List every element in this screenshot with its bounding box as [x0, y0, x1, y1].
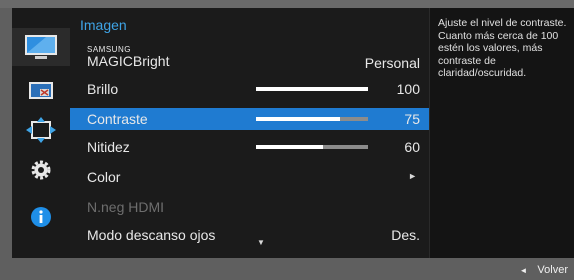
position-icon: [26, 117, 56, 143]
picture-icon: [25, 35, 57, 59]
contrast-slider-fill: [256, 117, 340, 121]
menu-item-brightness[interactable]: Brillo 100: [70, 78, 429, 100]
menu-item-hdmi-black-level: N.neg HDMI: [70, 196, 429, 218]
submenu-arrow-icon: ►: [408, 171, 417, 181]
contrast-label: Contraste: [87, 111, 148, 127]
color-label: Color: [87, 169, 121, 185]
brightness-slider[interactable]: [256, 87, 368, 91]
category-screen[interactable]: [12, 72, 70, 110]
back-arrow-icon: ◄: [519, 265, 528, 275]
eye-saver-label: Modo descanso ojos: [87, 227, 216, 243]
contrast-value: 75: [404, 111, 420, 127]
menu-item-magic-bright[interactable]: SAMSUNG MAGICBright Personal: [70, 46, 429, 72]
back-button[interactable]: ◄ Volver: [520, 264, 569, 276]
sharpness-value: 60: [404, 139, 420, 155]
help-text: Ajuste el nivel de contraste. Cuanto más…: [438, 17, 567, 79]
sharpness-slider[interactable]: [256, 145, 368, 149]
bottom-bar: ◄ Volver: [0, 258, 574, 280]
menu-item-sharpness[interactable]: Nitidez 60: [70, 136, 429, 158]
brightness-label: Brillo: [87, 81, 119, 97]
magic-bright-suffix: Bright: [132, 53, 170, 69]
menu-item-contrast[interactable]: Contraste 75: [70, 108, 429, 130]
sharpness-label: Nitidez: [87, 139, 130, 155]
top-band: [0, 0, 574, 8]
category-system[interactable]: [12, 151, 70, 189]
category-sidebar: [12, 8, 70, 258]
back-label: Volver: [537, 264, 568, 276]
brightness-value: 100: [396, 81, 420, 97]
contrast-slider[interactable]: [256, 117, 368, 121]
menu-title: Imagen: [80, 17, 127, 33]
category-picture[interactable]: [12, 28, 70, 66]
brightness-slider-fill: [256, 87, 368, 91]
category-information[interactable]: [12, 198, 70, 236]
info-icon: [31, 207, 51, 227]
magic-bright-value: Personal: [364, 55, 420, 71]
magic-bright-label: SAMSUNG MAGICBright: [87, 46, 170, 69]
hdmi-black-label: N.neg HDMI: [87, 199, 165, 215]
menu-item-color[interactable]: Color ►: [70, 166, 429, 188]
menu-item-eye-saver[interactable]: Modo descanso ojos Des.: [70, 224, 429, 246]
category-position[interactable]: [12, 111, 70, 149]
help-panel: Ajuste el nivel de contraste. Cuanto más…: [429, 8, 574, 258]
settings-gear-icon: [31, 160, 51, 180]
magic-brand-big: MAGIC: [87, 53, 133, 69]
scroll-down-icon[interactable]: ▼: [257, 238, 265, 247]
screen-size-icon: [29, 82, 53, 99]
sharpness-slider-fill: [256, 145, 324, 149]
osd-screen: Imagen SAMSUNG MAGICBright Personal Bril…: [0, 0, 574, 280]
eye-saver-value: Des.: [391, 227, 420, 243]
picture-menu: Imagen SAMSUNG MAGICBright Personal Bril…: [70, 8, 429, 258]
